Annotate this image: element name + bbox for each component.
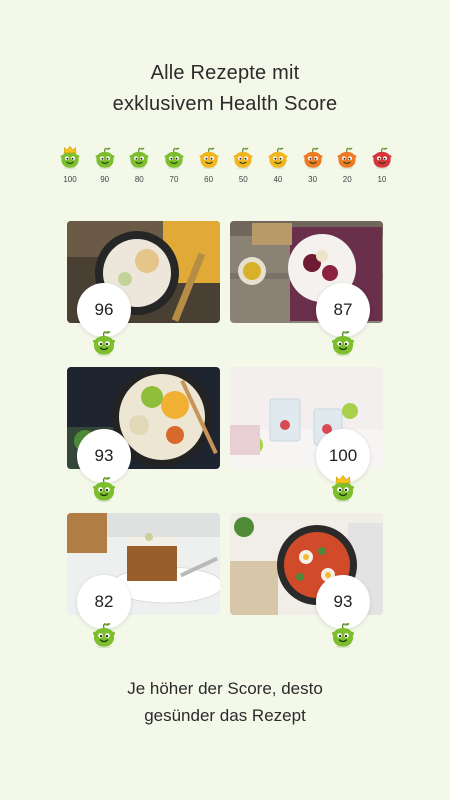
scale-item: 80 <box>125 144 153 188</box>
scale-item: 60 <box>195 144 223 188</box>
scale-item: 30 <box>299 144 327 188</box>
scale-score-label: 30 <box>308 175 318 184</box>
scale-score-label: 80 <box>134 175 144 184</box>
scale-score-label: 40 <box>273 175 283 184</box>
footer-line-2: gesünder das Rezept <box>144 706 306 725</box>
scale-score-label: 100 <box>63 175 77 184</box>
headline: Alle Rezepte mit exklusivem Health Score <box>0 58 450 120</box>
mascot-icon <box>93 144 117 170</box>
scale-item: 90 <box>91 144 119 188</box>
mascot-icon <box>266 144 290 170</box>
scale-score-label: 20 <box>342 175 352 184</box>
scale-item: 70 <box>160 144 188 188</box>
scale-score-label: 60 <box>204 175 214 184</box>
headline-line-2: exklusivem Health Score <box>112 93 338 115</box>
scale-item: 100 <box>56 144 84 188</box>
scale-item: 50 <box>229 144 257 188</box>
mascot-icon <box>329 619 357 649</box>
crowned-mascot-icon <box>58 144 82 170</box>
mascot-icon <box>197 144 221 170</box>
footer-text: Je höher der Score, desto gesünder das R… <box>0 675 450 729</box>
mascot-icon <box>127 144 151 170</box>
mascot-icon <box>90 619 118 649</box>
mascot-icon <box>301 144 325 170</box>
mascot-icon <box>162 144 186 170</box>
scale-item: 10 <box>368 144 396 188</box>
headline-line-1: Alle Rezepte mit <box>150 62 300 84</box>
mascot-icon <box>90 473 118 503</box>
footer-line-1: Je höher der Score, desto <box>127 679 323 698</box>
recipe-grid: 96 87 93 100 82 93 <box>67 221 383 661</box>
mascot-icon <box>329 327 357 357</box>
mascot-icon <box>90 327 118 357</box>
scale-score-label: 10 <box>377 175 387 184</box>
mascot-icon <box>370 144 394 170</box>
mascot-icon <box>335 144 359 170</box>
mascot-icon <box>231 144 255 170</box>
scale-score-label: 70 <box>169 175 179 184</box>
crowned-mascot-icon <box>329 473 357 503</box>
scale-score-label: 90 <box>100 175 110 184</box>
health-score-scale: 100 90 80 70 60 50 40 30 20 10 <box>56 144 396 188</box>
scale-item: 20 <box>333 144 361 188</box>
scale-score-label: 50 <box>238 175 248 184</box>
scale-item: 40 <box>264 144 292 188</box>
